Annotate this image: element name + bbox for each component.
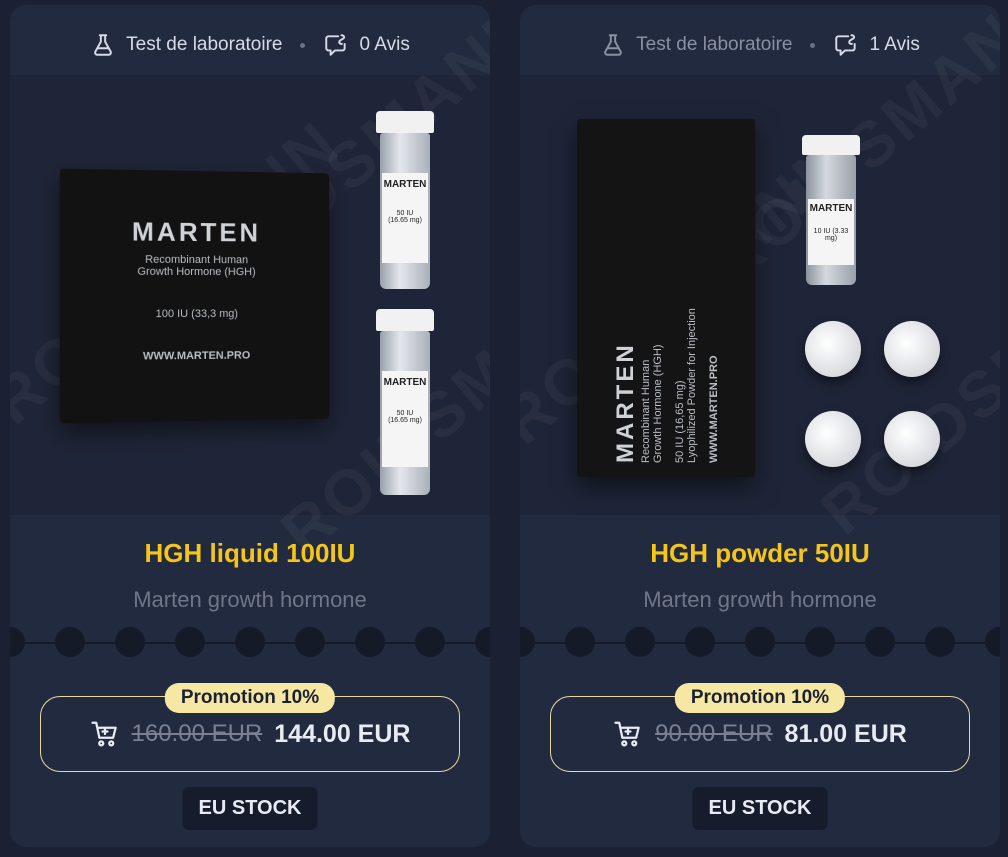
tablet [805,321,861,377]
product-title[interactable]: HGH liquid 100IU [10,538,490,569]
separator-dot [300,42,306,48]
reviews-link[interactable]: 0 Avis [323,32,410,58]
box-site: WWW.MARTEN.PRO [708,355,720,463]
vial-brand: MARTEN [809,203,853,214]
ticket-divider [10,627,490,659]
product-card[interactable]: Test de laboratoire 0 Avis ROIDSMANN ROI… [10,5,490,847]
flask-icon [604,34,622,56]
tablet [884,411,940,467]
box-desc: Lyophilized Powder for Injection [686,308,698,463]
flask-icon [94,34,112,56]
vial-brand: MARTEN [383,179,427,190]
box-dose: 50 IU (16,65 mg) [674,380,686,463]
product-subtitle: Marten growth hormone [133,587,367,612]
vial: MARTEN 10 IU (3.33 mg) [802,135,860,285]
product-title[interactable]: HGH powder 50IU [520,538,1000,569]
product-box: MARTEN Recombinant Human Growth Hormone … [59,168,330,424]
vial: MARTEN 50 IU (16.65 mg) [376,111,434,289]
reviews-count: 0 Avis [359,34,410,55]
product-subtitle: Marten growth hormone [643,587,877,612]
cart-icon [90,721,117,747]
product-box: MARTEN Recombinant Human Growth Hormone … [577,119,755,477]
card-meta: Test de laboratoire 0 Avis [10,29,490,61]
cart-icon [614,721,640,747]
box-line2: Growth Hormone (HGH) [652,344,664,463]
lab-test-link[interactable]: Test de laboratoire [600,32,792,58]
vial-mg: (16.65 mg) [388,417,422,424]
reviews-link[interactable]: 1 Avis [833,32,920,58]
stock-badge: EU STOCK [692,787,828,830]
box-dose: 100 IU (33,3 mg) [155,307,238,321]
lab-test-link[interactable]: Test de laboratoire [90,32,282,58]
tablet [805,411,861,467]
promotion-badge: Promotion 10% [164,683,336,713]
lab-test-label: Test de laboratoire [636,34,793,55]
vial-dose: 10 IU (3.33 mg) [813,228,849,242]
vial-brand: MARTEN [383,377,427,388]
tablet [884,321,940,377]
product-image[interactable]: ROIDSMANN ROIDSMANN ROIDSMANN MARTEN Rec… [10,5,490,568]
vial-dose: 50 IU [396,410,414,417]
lab-test-label: Test de laboratoire [126,34,283,55]
reviews-count: 1 Avis [869,34,920,55]
review-chat-icon [325,34,347,56]
separator-dot [810,42,816,48]
stock-badge: EU STOCK [182,787,318,830]
box-site: WWW.MARTEN.PRO [142,349,251,363]
product-card[interactable]: Test de laboratoire 1 Avis ROIDSMANN ROI… [520,5,1000,847]
product-grid: Test de laboratoire 0 Avis ROIDSMANN ROI… [0,0,1008,857]
vial-dose: 50 IU [396,210,414,217]
old-price: 160.00 EUR [131,720,263,747]
box-brand: MARTEN [612,342,639,463]
review-chat-icon [835,34,857,56]
product-image[interactable]: ROIDSMANN ROIDSMANN ROIDSMANN MARTEN Rec… [520,5,1000,548]
promotion-badge: Promotion 10% [674,683,846,713]
box-line2: Growth Hormone (HGH) [137,265,256,279]
box-line1: Recombinant Human [640,359,652,463]
box-brand: MARTEN [131,216,261,248]
vial-mg: (16.65 mg) [388,217,422,224]
old-price: 90.00 EUR [655,720,773,747]
new-price: 144.00 EUR [274,719,411,748]
ticket-divider [520,627,1000,659]
box-line1: Recombinant Human [145,253,249,267]
vial: MARTEN 50 IU (16.65 mg) [376,309,434,495]
new-price: 81.00 EUR [784,719,907,748]
